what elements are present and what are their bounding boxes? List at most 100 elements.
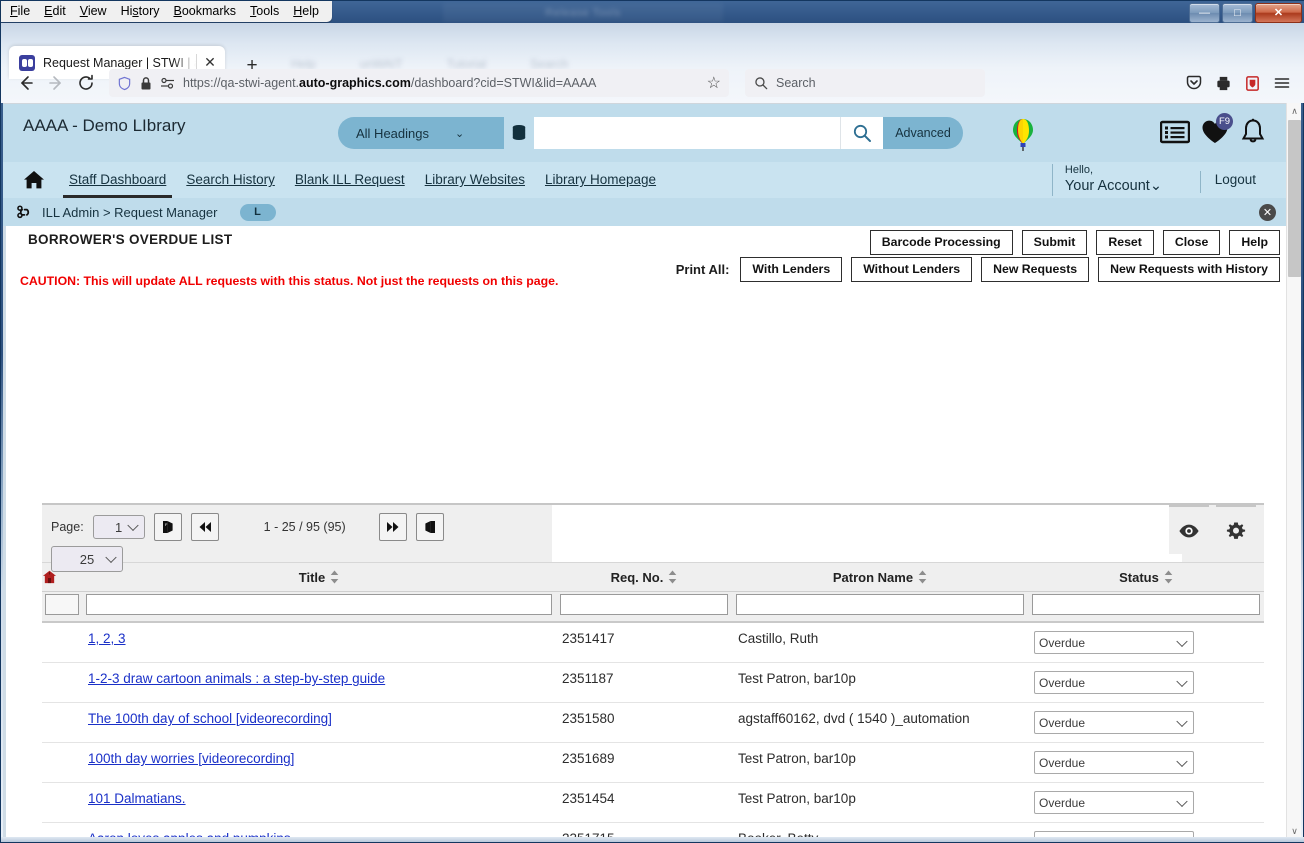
title-link[interactable]: 1, 2, 3: [88, 631, 126, 646]
sort-icon-req-no[interactable]: [668, 570, 677, 584]
row-status-dropdown[interactable]: Overdue: [1034, 711, 1194, 734]
home-icon[interactable]: [23, 170, 45, 190]
close-window-button[interactable]: ✕: [1255, 3, 1302, 23]
window-titlebar: File Edit View History Bookmarks Tools H…: [1, 1, 1304, 23]
row-select-cell[interactable]: [42, 622, 82, 663]
first-page-icon[interactable]: F: [153, 513, 182, 541]
reset-button[interactable]: Reset: [1096, 230, 1154, 255]
balloon-icon[interactable]: [1009, 118, 1037, 151]
filter-title-input[interactable]: [86, 594, 552, 615]
nav-library-websites[interactable]: Library Websites: [415, 162, 535, 198]
pocket-icon[interactable]: [1185, 74, 1203, 92]
barcode-processing-button[interactable]: Barcode Processing: [869, 230, 1013, 255]
title-link[interactable]: 101 Dalmatians.: [88, 791, 186, 806]
scrollbar-thumb[interactable]: [1288, 120, 1301, 277]
help-button[interactable]: Help: [1229, 230, 1280, 255]
page-scrollbar[interactable]: ∧ ∨: [1286, 103, 1301, 839]
close-button[interactable]: Close: [1162, 230, 1221, 255]
column-header-status[interactable]: Status: [1028, 562, 1264, 592]
action-button-row-print: Print All: With Lenders Without Lenders …: [676, 257, 1280, 282]
window-bottom-edge: [1, 837, 1304, 842]
menu-view[interactable]: View: [73, 2, 114, 22]
nav-staff-dashboard[interactable]: Staff Dashboard: [59, 162, 176, 198]
page-number-select[interactable]: 1: [92, 515, 145, 539]
scroll-up-icon[interactable]: ∧: [1287, 103, 1301, 119]
menu-edit[interactable]: Edit: [37, 2, 73, 22]
logout-link[interactable]: Logout: [1199, 171, 1256, 193]
page-title: BORROWER'S OVERDUE LIST: [28, 232, 233, 247]
maximize-button[interactable]: □: [1222, 3, 1253, 23]
page-size-dropdown[interactable]: 25: [51, 546, 123, 572]
row-status-select[interactable]: Overdue: [1034, 751, 1194, 774]
row-status-dropdown[interactable]: Overdue: [1034, 631, 1194, 654]
row-select-cell[interactable]: [42, 702, 82, 743]
filter-req-no-input[interactable]: [560, 594, 728, 615]
menu-bookmarks[interactable]: Bookmarks: [167, 2, 244, 22]
row-status-select[interactable]: Overdue: [1034, 671, 1194, 694]
record-count-info: 1 - 25 / 95 (95): [263, 520, 346, 534]
row-select-cell[interactable]: [42, 662, 82, 703]
menu-help[interactable]: Help: [286, 2, 326, 22]
page-number-dropdown[interactable]: 1: [92, 515, 145, 539]
global-search-field[interactable]: [534, 117, 883, 149]
menu-icon[interactable]: [1273, 74, 1291, 92]
back-icon[interactable]: [11, 68, 41, 98]
window-controls: — □ ✕: [1189, 3, 1302, 23]
advanced-search-button[interactable]: Advanced: [883, 117, 963, 149]
menu-file[interactable]: File: [3, 2, 37, 22]
gear-icon[interactable]: [1216, 505, 1256, 554]
list-icon[interactable]: [1160, 120, 1190, 144]
row-status-dropdown[interactable]: Overdue: [1034, 751, 1194, 774]
previous-page-icon[interactable]: [190, 513, 219, 541]
nav-library-homepage[interactable]: Library Homepage: [535, 162, 666, 198]
permissions-icon[interactable]: [160, 76, 176, 91]
print-new-requests-button[interactable]: New Requests: [981, 257, 1090, 282]
page-size-select[interactable]: 25: [51, 546, 123, 572]
submit-button[interactable]: Submit: [1021, 230, 1088, 255]
last-page-icon[interactable]: [415, 513, 444, 541]
sort-icon-patron-name[interactable]: [918, 570, 927, 584]
filter-status-input[interactable]: [1032, 594, 1260, 615]
title-link[interactable]: 100th day worries [videorecording]: [88, 751, 294, 766]
eye-icon[interactable]: [1169, 505, 1209, 554]
menu-tools[interactable]: Tools: [243, 2, 286, 22]
sort-icon-title[interactable]: [330, 570, 339, 584]
next-page-icon[interactable]: [378, 513, 407, 541]
search-input[interactable]: [534, 118, 840, 148]
filter-patron-input[interactable]: [736, 594, 1024, 615]
account-menu[interactable]: Hello, Your Account⌄: [1051, 164, 1162, 196]
column-header-req-no[interactable]: Req. No.: [556, 562, 732, 592]
row-status-select[interactable]: Overdue: [1034, 791, 1194, 814]
row-status-select[interactable]: Overdue: [1034, 631, 1194, 654]
nav-blank-ill-request[interactable]: Blank ILL Request: [285, 162, 415, 198]
search-icon[interactable]: [840, 117, 883, 149]
nav-search-history[interactable]: Search History: [176, 162, 285, 198]
row-select-cell[interactable]: [42, 742, 82, 783]
sort-icon-status[interactable]: [1164, 570, 1173, 584]
menu-history[interactable]: History: [114, 2, 167, 22]
row-select-cell[interactable]: [42, 782, 82, 823]
column-header-patron-name[interactable]: Patron Name: [732, 562, 1028, 592]
browser-search-bar[interactable]: Search: [745, 69, 985, 97]
print-with-lenders-button[interactable]: With Lenders: [740, 257, 843, 282]
row-status-select[interactable]: Overdue: [1034, 711, 1194, 734]
title-link[interactable]: 1-2-3 draw cartoon animals : a step-by-s…: [88, 671, 385, 686]
row-status-dropdown[interactable]: Overdue: [1034, 791, 1194, 814]
close-icon[interactable]: ✕: [1259, 204, 1276, 221]
extension-icon[interactable]: [1244, 75, 1261, 92]
os-window: File Edit View History Bookmarks Tools H…: [0, 0, 1304, 843]
print-icon[interactable]: [1215, 75, 1232, 92]
print-new-requests-with-history-button[interactable]: New Requests with History: [1098, 257, 1280, 282]
row-status-dropdown[interactable]: Overdue: [1034, 671, 1194, 694]
url-bar[interactable]: https://qa-stwi-agent.auto-graphics.com/…: [109, 69, 729, 97]
search-scope-dropdown[interactable]: All Headings ⌄: [338, 117, 504, 149]
cell-patron-name: Test Patron, bar10p: [732, 742, 1028, 783]
bell-icon[interactable]: [1240, 118, 1266, 145]
minimize-button[interactable]: —: [1189, 3, 1220, 23]
bookmark-star-icon[interactable]: ☆: [707, 73, 721, 93]
print-without-lenders-button[interactable]: Without Lenders: [851, 257, 973, 282]
reload-icon[interactable]: [71, 68, 101, 98]
title-link[interactable]: The 100th day of school [videorecording]: [88, 711, 332, 726]
database-icon[interactable]: [508, 122, 530, 144]
table-row: 1-2-3 draw cartoon animals : a step-by-s…: [42, 662, 1264, 703]
